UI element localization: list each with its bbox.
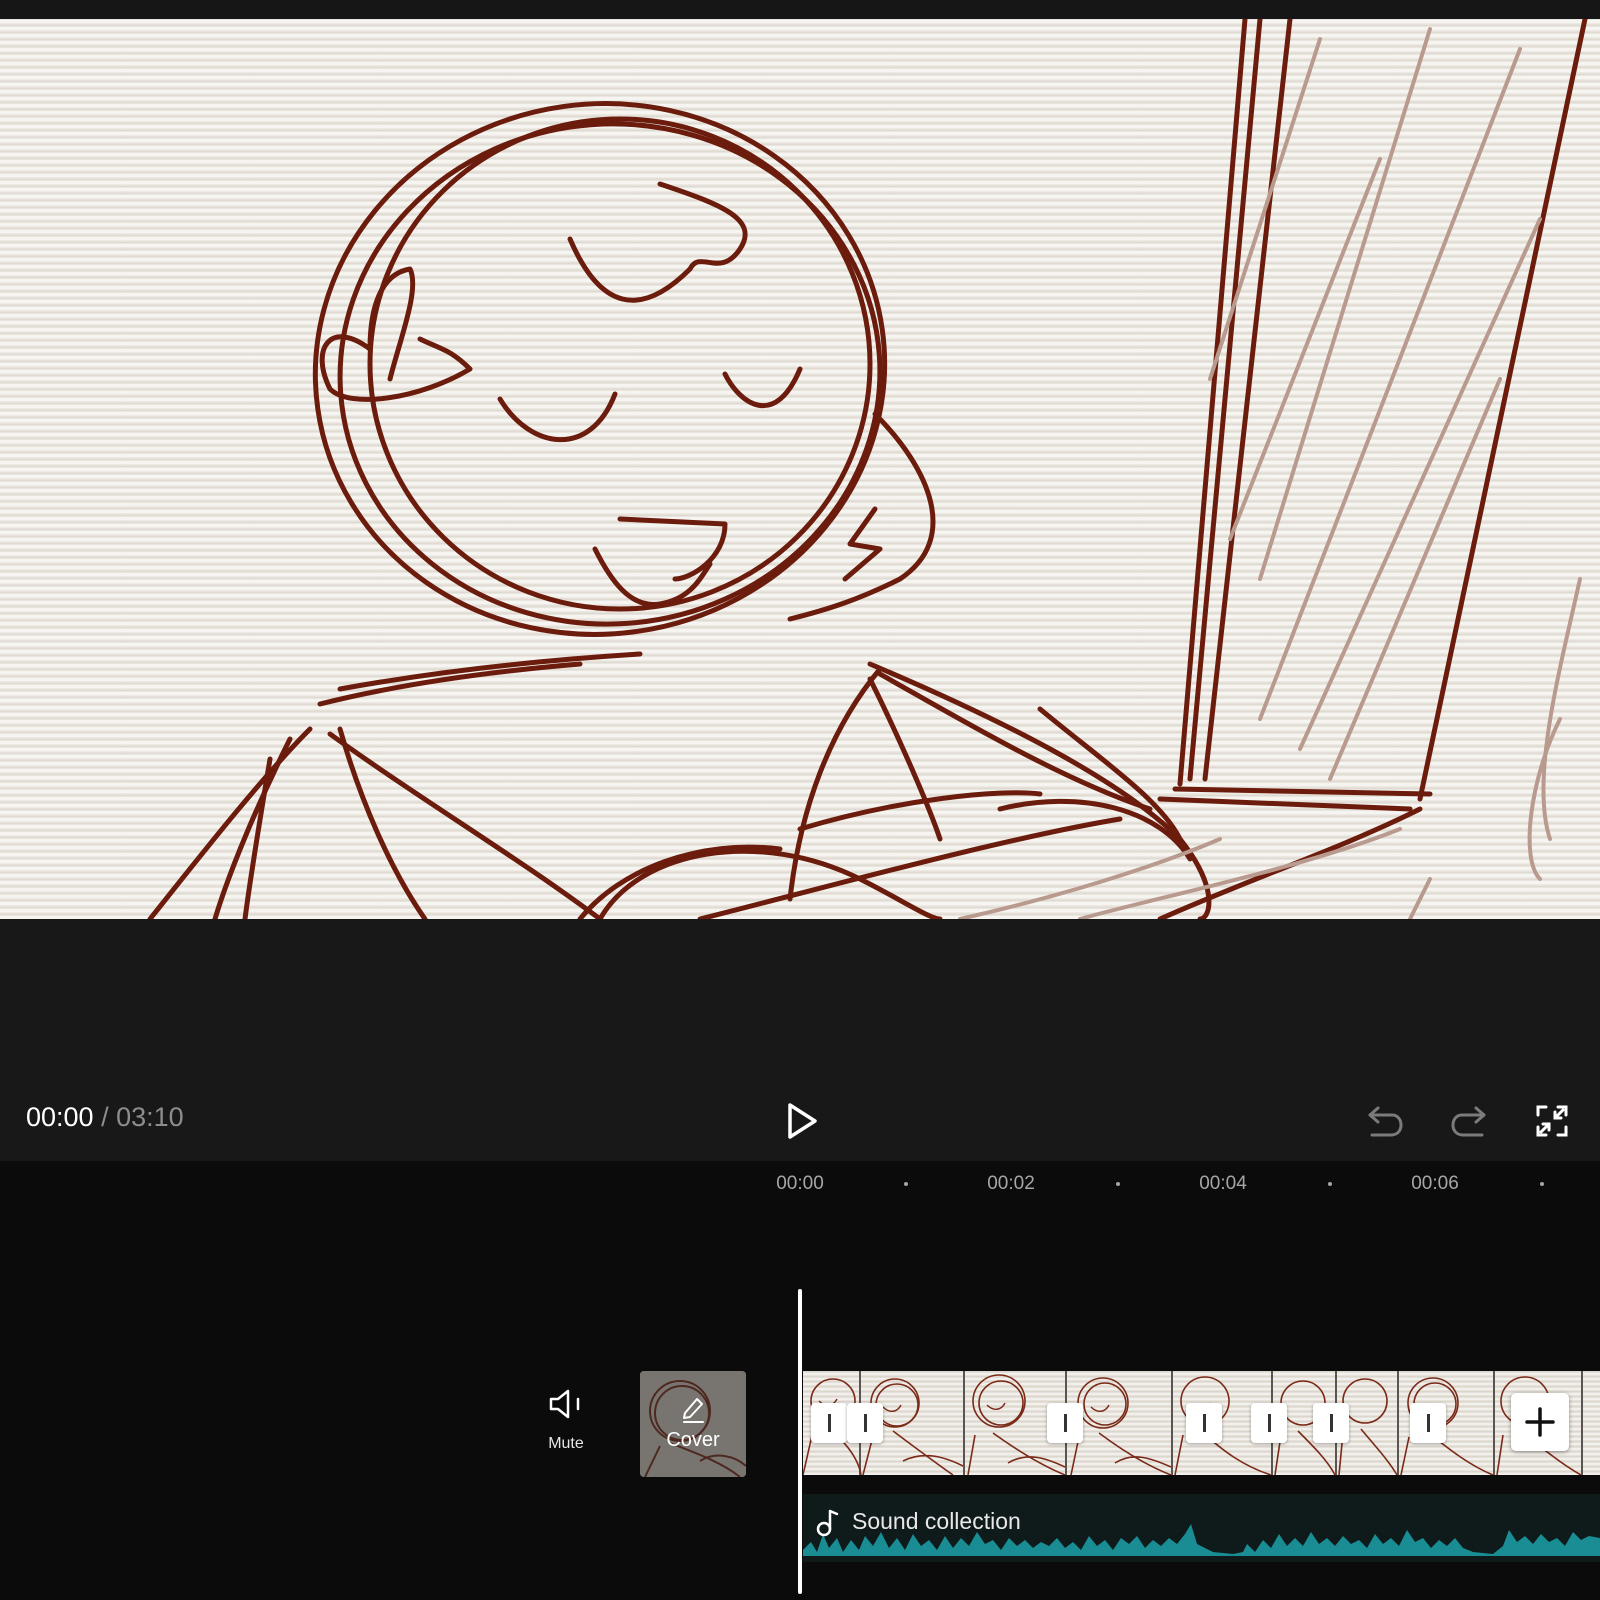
transition-button[interactable] [847,1403,883,1443]
total-time: 03:10 [116,1102,184,1132]
ruler-tick [904,1182,908,1186]
transition-button[interactable] [811,1403,847,1443]
play-button[interactable] [776,1100,828,1142]
audio-track-name: Sound collection [852,1508,1021,1534]
cover-label: Cover [666,1429,720,1451]
transition-icon [1063,1414,1067,1432]
ruler-label: 00:00 [776,1173,824,1194]
transition-icon [1426,1414,1430,1432]
plus-icon [1525,1407,1555,1437]
ruler-tick [1328,1182,1332,1186]
time-separator: / [101,1102,109,1132]
add-clip-button[interactable] [1511,1393,1569,1451]
audio-track[interactable]: Sound collection [803,1494,1600,1562]
redo-icon [1451,1106,1486,1137]
cover-overlay [640,1371,746,1477]
time-readout: 00:00 / 03:10 [26,1102,184,1133]
undo-icon [1368,1106,1403,1137]
cover-button[interactable]: Cover [640,1371,746,1477]
transition-icon [1267,1414,1271,1432]
video-preview[interactable] [0,19,1600,919]
ruler-label: 00:04 [1199,1173,1247,1194]
ruler-tick [1116,1182,1120,1186]
transition-button[interactable] [1313,1403,1349,1443]
undo-button[interactable] [1363,1100,1407,1142]
playhead[interactable] [798,1289,802,1594]
music-note-icon [816,1509,839,1537]
mute-button[interactable]: Mute [540,1388,592,1453]
redo-button[interactable] [1447,1100,1491,1142]
status-bar [0,0,1600,19]
fullscreen-icon [1536,1105,1568,1137]
fullscreen-button[interactable] [1530,1100,1574,1142]
ruler-label: 00:06 [1411,1173,1459,1194]
speaker-icon [549,1389,580,1419]
transition-button[interactable] [1410,1403,1446,1443]
transition-icon [827,1414,831,1432]
play-icon [788,1103,817,1139]
current-time: 00:00 [26,1102,94,1132]
ruler-tick [1540,1182,1544,1186]
transition-button[interactable] [1186,1403,1222,1443]
pencil-icon [683,1398,704,1423]
mute-label: Mute [548,1435,584,1452]
sketch-drawing [147,19,1588,919]
transition-button[interactable] [1251,1403,1287,1443]
ruler-label: 00:02 [987,1173,1035,1194]
transition-button[interactable] [1047,1403,1083,1443]
transition-icon [863,1414,867,1432]
transition-icon [1329,1414,1333,1432]
transition-icon [1202,1414,1206,1432]
